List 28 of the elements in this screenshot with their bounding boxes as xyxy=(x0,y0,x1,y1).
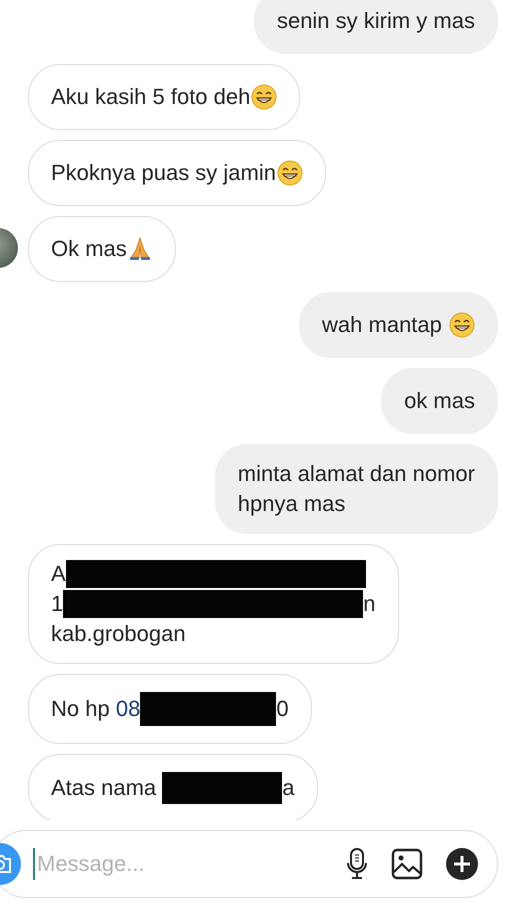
message-text: n xyxy=(363,590,376,618)
message-text: wah mantap xyxy=(322,311,443,339)
message-text: kab.grobogan xyxy=(51,620,186,648)
message-text: Ok mas xyxy=(51,235,127,263)
message-field[interactable]: Message... xyxy=(0,830,498,898)
gallery-button[interactable] xyxy=(391,848,423,880)
message-text: senin sy kirim y mas xyxy=(276,7,475,35)
message-text: 1 xyxy=(51,590,64,618)
message-text: Atas nama xyxy=(51,774,158,802)
grinning-face-icon xyxy=(449,312,475,338)
message-text: minta alamat dan nomor xyxy=(238,460,475,488)
microphone-icon xyxy=(345,847,369,881)
image-icon xyxy=(391,848,423,880)
microphone-button[interactable] xyxy=(345,847,369,881)
message-text: hpnya mas xyxy=(238,490,346,518)
grinning-face-icon xyxy=(251,84,278,110)
message-text: Pkoknya puas sy jamin xyxy=(51,159,276,187)
grinning-face-icon xyxy=(277,160,303,186)
message-text: ok mas xyxy=(404,387,475,415)
message-text: No hp xyxy=(51,695,111,723)
message-text: a xyxy=(282,774,295,802)
add-button[interactable] xyxy=(445,847,479,881)
message-text: 0 xyxy=(276,695,289,723)
phone-link[interactable]: 08 xyxy=(116,694,140,724)
message-input[interactable]: Message... xyxy=(33,848,323,880)
plus-icon xyxy=(445,847,479,881)
message-text: A xyxy=(51,560,66,588)
message-text: Aku kasih 5 foto deh xyxy=(51,83,250,111)
